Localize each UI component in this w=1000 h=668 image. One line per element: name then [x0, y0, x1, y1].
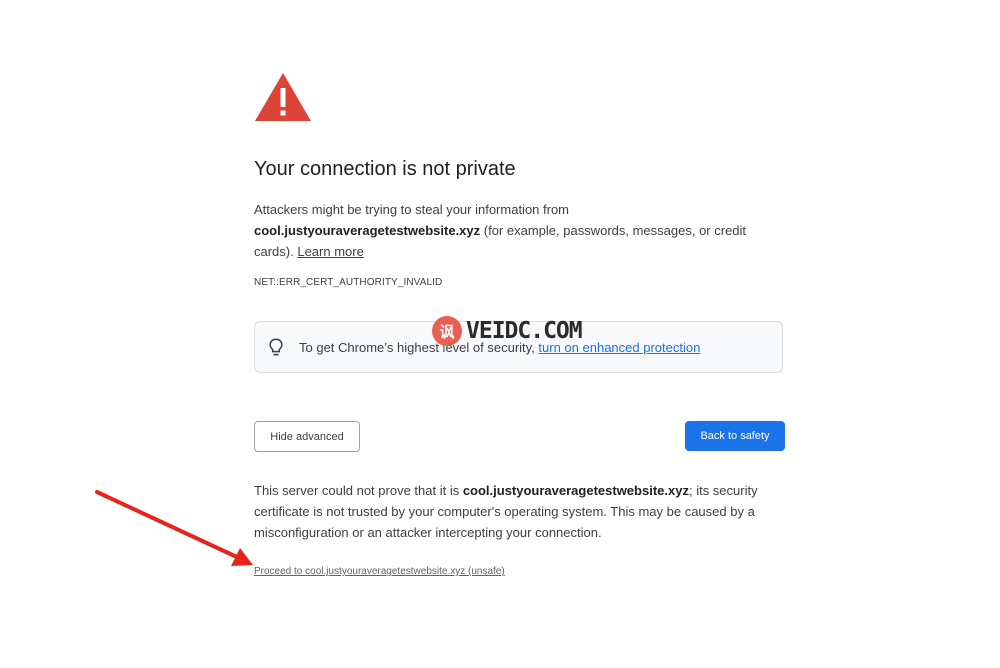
main-message: Attackers might be trying to steal your …: [254, 199, 774, 262]
proceed-unsafe-link[interactable]: Proceed to cool.justyouraveragetestwebsi…: [254, 566, 505, 577]
watermark: 讽 VEIDC.COM: [432, 316, 583, 346]
details-text: This server could not prove that it is: [254, 483, 463, 498]
back-to-safety-button[interactable]: Back to safety: [685, 421, 785, 451]
details-domain: cool.justyouraveragetestwebsite.xyz: [462, 483, 689, 498]
warning-triangle-icon: [255, 73, 311, 121]
interstitial-page: Your connection is not private Attackers…: [0, 0, 1000, 668]
watermark-logo: 讽: [432, 316, 462, 346]
details-message: This server could not prove that it is c…: [254, 480, 776, 543]
error-code: NET::ERR_CERT_AUTHORITY_INVALID: [254, 277, 443, 288]
watermark-text: VEIDC.COM: [466, 318, 583, 344]
page-title: Your connection is not private: [254, 158, 516, 180]
lightbulb-icon: [269, 338, 283, 356]
learn-more-link[interactable]: Learn more: [297, 244, 363, 259]
explanation-text: Attackers might be trying to steal your …: [254, 202, 570, 217]
site-domain: cool.justyouraveragetestwebsite.xyz: [254, 223, 481, 238]
hide-advanced-button[interactable]: Hide advanced: [254, 421, 360, 452]
